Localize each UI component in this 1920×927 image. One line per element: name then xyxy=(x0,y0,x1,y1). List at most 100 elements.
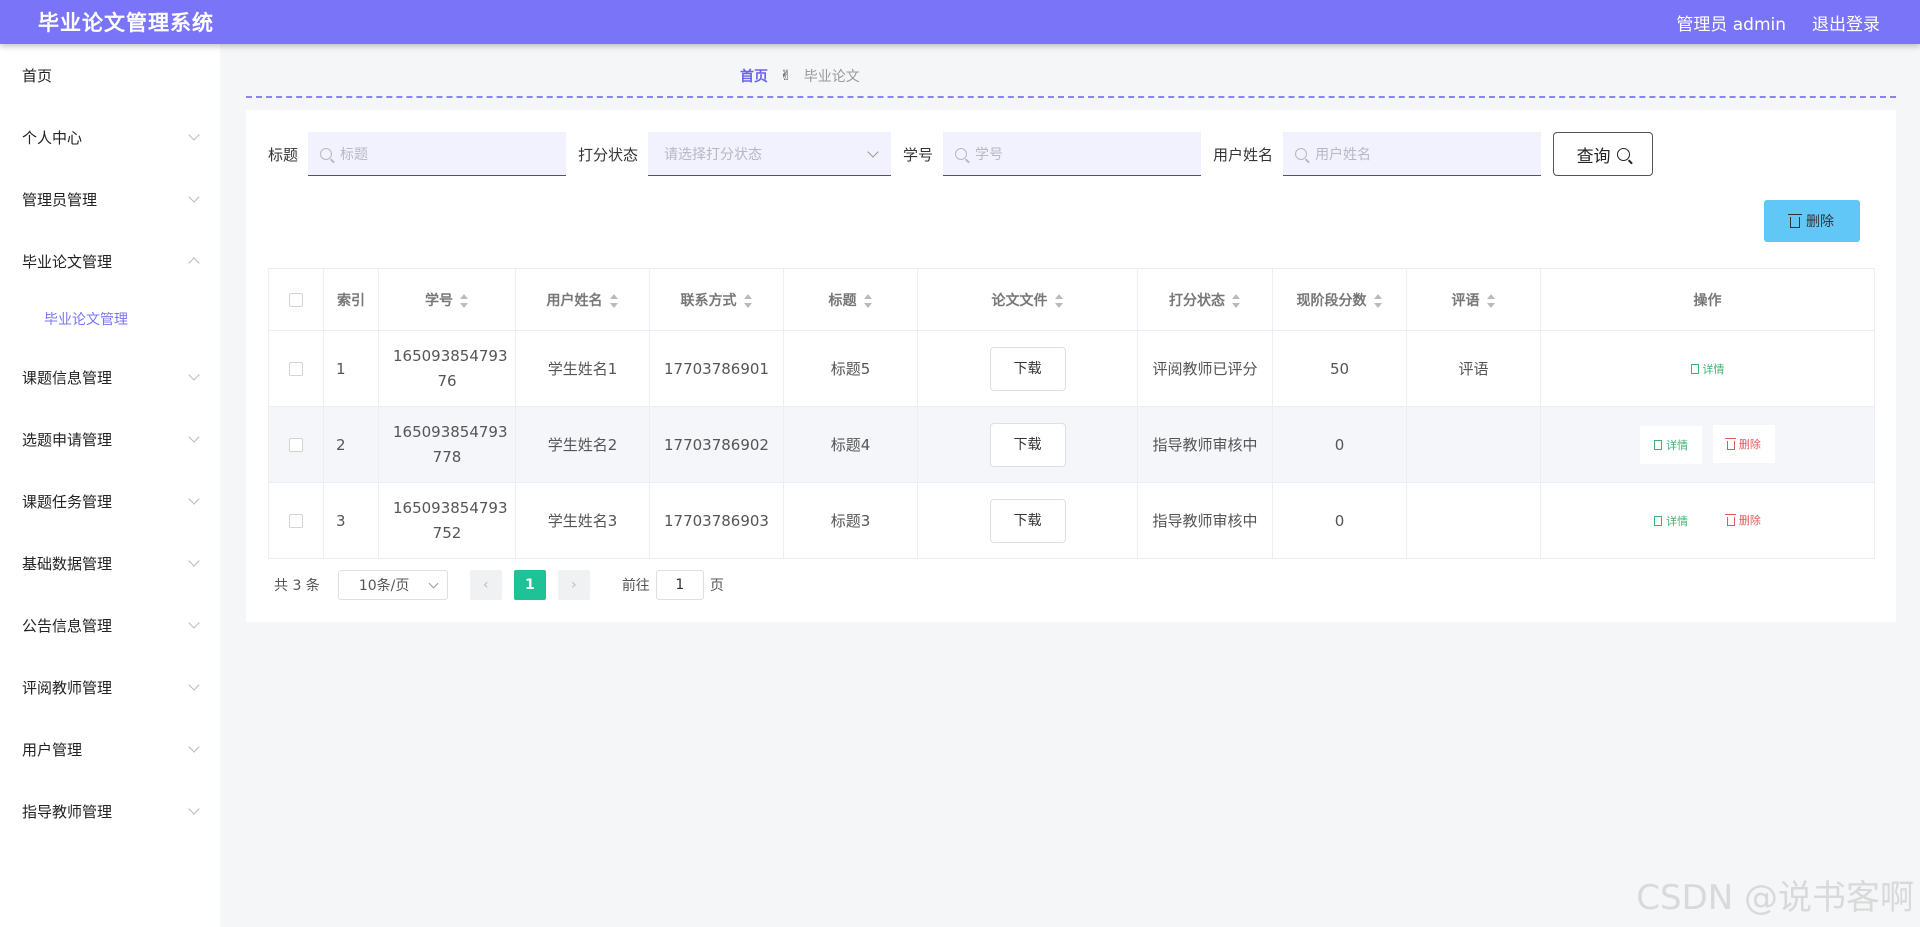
student-no-search-input[interactable]: 学号 xyxy=(943,132,1202,176)
title-label: 标题 xyxy=(268,145,299,164)
row-name: 学生姓名1 xyxy=(515,330,650,407)
select-all-checkbox[interactable] xyxy=(289,292,303,307)
search-icon xyxy=(1295,147,1308,160)
sidebar-item-label: 首页 xyxy=(22,66,53,85)
sidebar-item-topic-task[interactable]: 课题任务管理 xyxy=(0,470,220,532)
row-index: 1 xyxy=(323,330,379,407)
delete-button[interactable]: 删除 xyxy=(1712,425,1775,464)
trash-icon xyxy=(1725,513,1737,526)
row-file-cell: 下载 xyxy=(917,482,1138,559)
row-name: 学生姓名3 xyxy=(515,482,650,559)
goto-suffix: 页 xyxy=(709,578,724,594)
sidebar-item-label: 指导教师管理 xyxy=(22,802,113,821)
pagination: 共 3 条 10条/页 ‹ 1 › 前往 页 xyxy=(274,570,724,600)
sort-icon[interactable] xyxy=(1486,293,1496,308)
row-actions: 详情 删除 xyxy=(1540,482,1875,559)
page-size-select[interactable]: 10条/页 xyxy=(337,570,448,600)
search-icon xyxy=(955,147,968,160)
username-label: 用户姓名 xyxy=(1213,145,1274,164)
header-label: 用户姓名 xyxy=(546,292,603,309)
sidebar-item-supervisor[interactable]: 指导教师管理 xyxy=(0,780,220,842)
chevron-up-icon xyxy=(188,257,200,269)
row-checkbox[interactable] xyxy=(289,362,303,376)
sidebar-subitem-thesis-management[interactable]: 毕业论文管理 xyxy=(0,292,220,346)
row-score: 0 xyxy=(1272,482,1407,559)
student-no-placeholder: 学号 xyxy=(975,146,1004,163)
delete-button[interactable]: 删除 xyxy=(1713,501,1775,539)
download-button[interactable]: 下载 xyxy=(989,498,1066,543)
query-button[interactable]: 查询 xyxy=(1553,132,1654,176)
header-index: 索引 xyxy=(323,268,379,331)
header-file[interactable]: 论文文件 xyxy=(917,268,1138,331)
sort-icon[interactable] xyxy=(1231,293,1241,308)
row-actions: 详情 xyxy=(1540,330,1875,407)
title-search-input[interactable]: 标题 xyxy=(308,132,567,176)
row-phone: 17703786902 xyxy=(649,406,784,483)
status-select[interactable]: 请选择打分状态 xyxy=(648,132,892,176)
detail-button[interactable]: 详情 xyxy=(1640,502,1702,540)
logout-link[interactable]: 退出登录 xyxy=(1812,10,1880,35)
sort-icon[interactable] xyxy=(743,293,753,308)
sidebar-item-label: 课题任务管理 xyxy=(22,492,113,511)
sidebar-item-label: 公告信息管理 xyxy=(22,616,113,635)
sidebar-item-personal-center[interactable]: 个人中心 xyxy=(0,106,220,168)
detail-button[interactable]: 详情 xyxy=(1640,425,1703,464)
sort-icon[interactable] xyxy=(609,293,619,308)
row-checkbox[interactable] xyxy=(289,514,303,528)
sidebar-item-label: 基础数据管理 xyxy=(22,554,113,573)
header-score[interactable]: 现阶段分数 xyxy=(1272,268,1407,331)
header-label: 联系方式 xyxy=(680,292,737,309)
sort-icon[interactable] xyxy=(1054,293,1064,308)
detail-button[interactable]: 详情 xyxy=(1677,350,1739,388)
row-title: 标题5 xyxy=(783,330,918,407)
detail-label: 详情 xyxy=(1666,438,1689,452)
sidebar-item-reviewer[interactable]: 评阅教师管理 xyxy=(0,656,220,718)
breadcrumb-home[interactable]: 首页 xyxy=(740,66,768,86)
user-label[interactable]: 管理员 admin xyxy=(1676,10,1786,35)
username-placeholder: 用户姓名 xyxy=(1315,146,1372,163)
goto-prefix: 前往 xyxy=(621,578,650,594)
sidebar-item-announcement[interactable]: 公告信息管理 xyxy=(0,594,220,656)
sidebar-item-topic-application[interactable]: 选题申请管理 xyxy=(0,408,220,470)
document-icon xyxy=(1654,439,1663,450)
download-button[interactable]: 下载 xyxy=(989,422,1066,467)
trash-icon xyxy=(1725,437,1737,450)
header-status[interactable]: 打分状态 xyxy=(1137,268,1273,331)
sidebar-item-base-data[interactable]: 基础数据管理 xyxy=(0,532,220,594)
document-icon xyxy=(1690,363,1699,374)
sidebar-item-topic-info[interactable]: 课题信息管理 xyxy=(0,346,220,408)
sidebar-item-users[interactable]: 用户管理 xyxy=(0,718,220,780)
header-student-no[interactable]: 学号 xyxy=(378,268,516,331)
sidebar-item-label: 管理员管理 xyxy=(22,190,98,209)
chevron-down-icon xyxy=(188,741,200,753)
sort-icon[interactable] xyxy=(863,293,873,308)
sidebar-item-admin-management[interactable]: 管理员管理 xyxy=(0,168,220,230)
victory-hand-icon: ✌ xyxy=(780,68,792,84)
header-username[interactable]: 用户姓名 xyxy=(515,268,650,331)
username-search-input[interactable]: 用户姓名 xyxy=(1283,132,1542,176)
row-index: 2 xyxy=(323,406,379,483)
next-page-button[interactable]: › xyxy=(557,570,590,600)
row-checkbox[interactable] xyxy=(289,438,303,452)
sidebar-item-label: 课题信息管理 xyxy=(22,368,113,387)
sidebar-item-thesis-management[interactable]: 毕业论文管理 xyxy=(0,230,220,292)
sort-icon[interactable] xyxy=(459,293,469,308)
prev-page-button[interactable]: ‹ xyxy=(469,570,502,600)
table-row: 1 165093854793 76 学生姓名1 17703786901 标题5 … xyxy=(268,330,1875,407)
download-button[interactable]: 下载 xyxy=(989,346,1066,391)
sidebar-item-home[interactable]: 首页 xyxy=(0,44,220,106)
top-bar: 毕业论文管理系统 管理员 admin 退出登录 xyxy=(0,0,1920,44)
row-select-cell xyxy=(268,330,324,407)
sort-icon[interactable] xyxy=(1373,293,1383,308)
goto-page-input[interactable] xyxy=(655,570,704,600)
title-placeholder: 标题 xyxy=(340,146,369,163)
batch-delete-button[interactable]: 删除 xyxy=(1764,200,1860,242)
breadcrumb: 首页 ✌ 毕业论文 xyxy=(740,66,860,86)
sidebar-item-label: 用户管理 xyxy=(22,740,83,759)
page-number[interactable]: 1 xyxy=(513,570,546,600)
chevron-down-icon xyxy=(188,431,200,443)
total-count: 共 3 条 xyxy=(274,578,320,594)
header-phone[interactable]: 联系方式 xyxy=(649,268,784,331)
header-title[interactable]: 标题 xyxy=(783,268,918,331)
header-comment[interactable]: 评语 xyxy=(1406,268,1541,331)
